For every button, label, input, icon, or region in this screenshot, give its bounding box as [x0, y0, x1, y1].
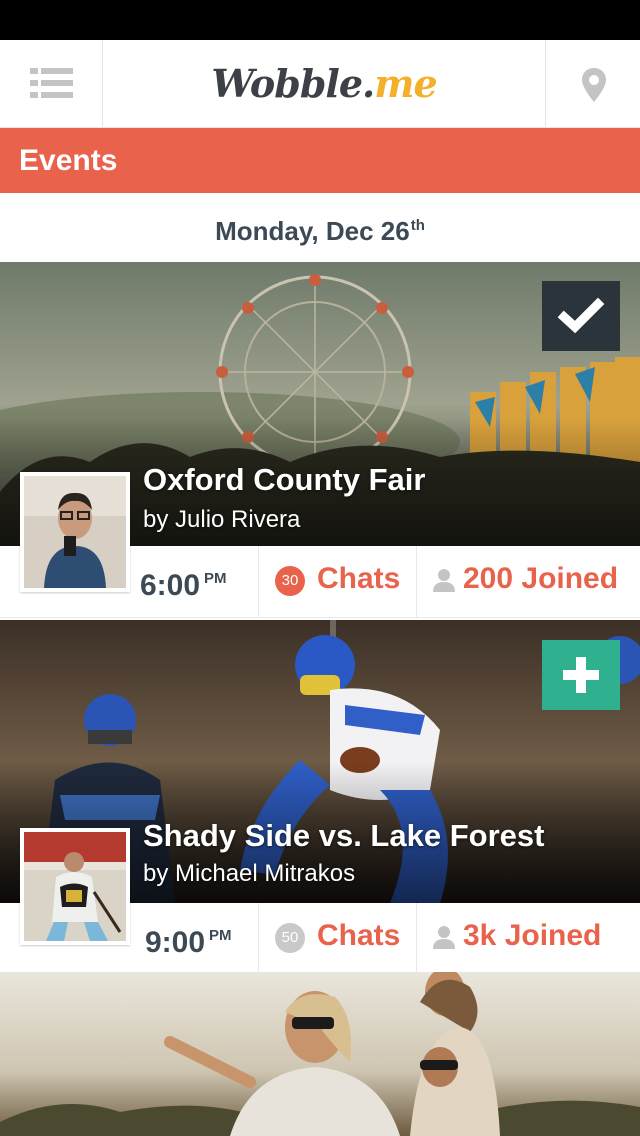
event-time-period: PM [204, 570, 227, 587]
check-icon [557, 297, 605, 334]
status-bar [0, 0, 640, 40]
person-icon [433, 926, 455, 949]
app-logo: Wobble.me [103, 40, 545, 128]
joined-button[interactable]: 200 Joined [416, 546, 640, 618]
host-avatar[interactable] [20, 828, 130, 945]
event-host: by Julio Rivera [143, 506, 301, 533]
date-suffix: th [410, 217, 425, 234]
event-card[interactable]: Oxford County Fair by Julio Rivera 6:00 P… [0, 262, 640, 620]
chats-label: Chats [317, 562, 401, 595]
logo-accent-text: me [374, 61, 437, 106]
location-button[interactable] [545, 40, 640, 128]
plus-icon [563, 657, 599, 693]
joined-button[interactable]: 3k Joined [416, 903, 640, 975]
person-icon [433, 569, 455, 592]
event-card[interactable]: Shady Side vs. Lake Forest by Michael Mi… [0, 620, 640, 975]
event-photo [0, 972, 640, 1136]
host-photo [24, 476, 126, 588]
event-time-period: PM [209, 927, 232, 944]
event-time-value: 6:00 [140, 569, 201, 602]
event-title: Shady Side vs. Lake Forest [143, 818, 545, 853]
date-heading: Monday, Dec 26th [0, 193, 640, 262]
menu-button[interactable] [0, 40, 103, 128]
chats-label: Chats [317, 919, 401, 952]
date-label: Monday, Dec 26 [215, 216, 410, 246]
chat-count-badge: 30 [275, 566, 305, 596]
joined-label: 200 Joined [463, 562, 619, 595]
list-icon [30, 68, 73, 98]
section-header: Events [0, 128, 640, 193]
joined-label: 3k Joined [463, 919, 602, 952]
host-avatar[interactable] [20, 472, 130, 592]
navigation-bar: Wobble.me [0, 40, 640, 128]
chats-button[interactable]: 50 Chats [258, 903, 416, 975]
chat-count-badge: 50 [275, 923, 305, 953]
event-host: by Michael Mitrakos [143, 860, 356, 887]
event-time: 6:00 PM [140, 546, 258, 618]
event-card[interactable] [0, 972, 640, 1136]
chats-button[interactable]: 30 Chats [258, 546, 416, 618]
event-time-value: 9:00 [145, 926, 206, 959]
map-pin-icon [582, 68, 606, 102]
host-photo [24, 832, 126, 941]
logo-main-text: Wobble. [211, 61, 375, 106]
joined-check-button[interactable] [542, 281, 620, 351]
section-title: Events [19, 144, 118, 177]
join-add-button[interactable] [542, 640, 620, 710]
event-time: 9:00 PM [145, 903, 263, 975]
event-title: Oxford County Fair [143, 462, 426, 497]
